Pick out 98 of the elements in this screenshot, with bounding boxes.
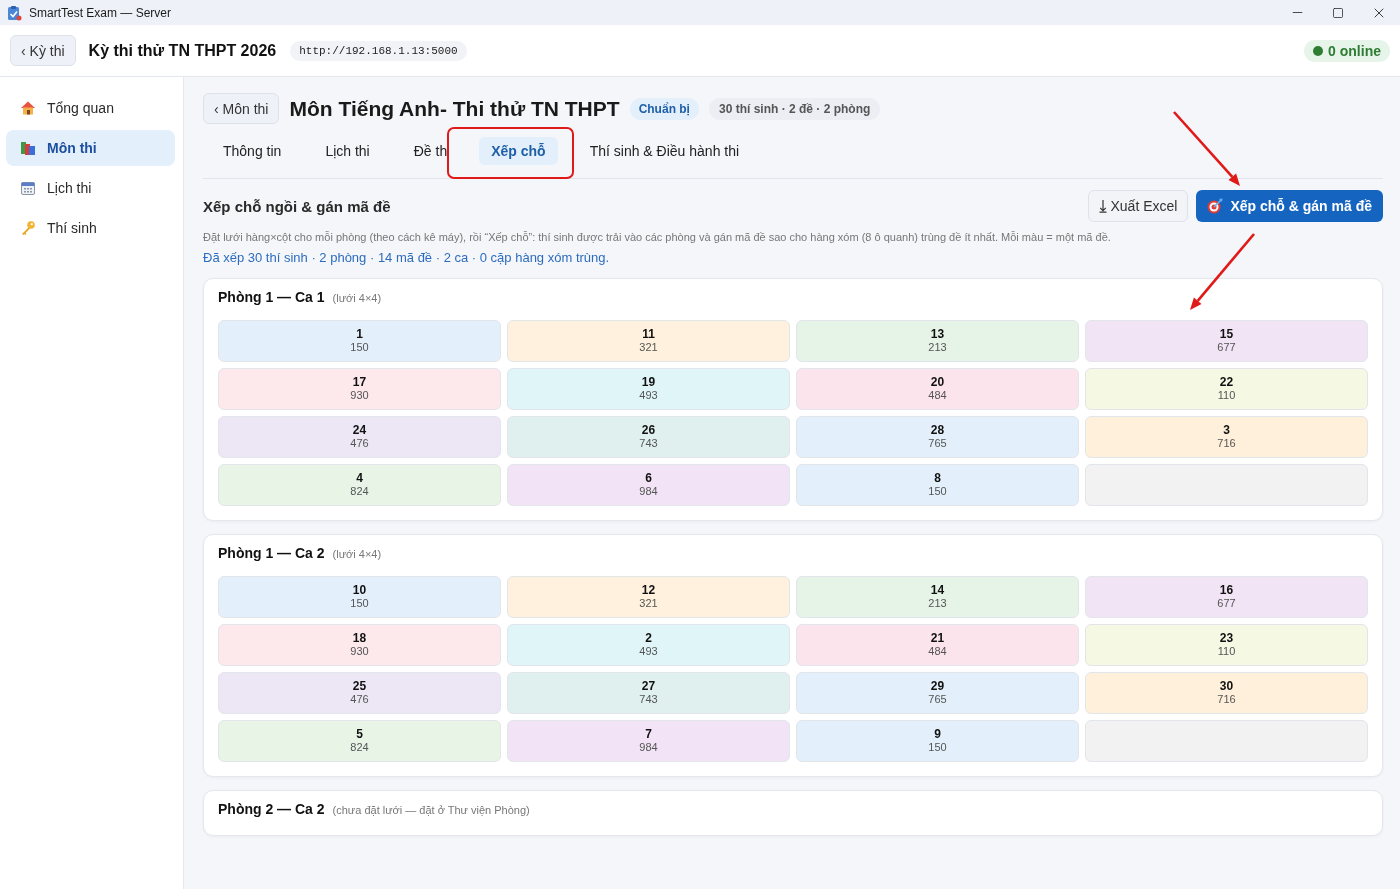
seat-number: 15 [1219, 328, 1234, 341]
seat-number: 5 [356, 728, 363, 741]
exam-code: 765 [928, 437, 947, 450]
room-title: Phòng 2 — Ca 2 [218, 801, 325, 817]
sidebar-item[interactable]: Thí sinh [6, 210, 175, 246]
window-title: SmartTest Exam — Server [29, 5, 172, 20]
seat-number: 16 [1219, 584, 1234, 597]
books-icon [20, 140, 36, 156]
exam-code: 476 [350, 693, 369, 706]
seat-number: 12 [641, 584, 656, 597]
seat-number: 24 [352, 424, 367, 437]
seat-number: 9 [934, 728, 941, 741]
subject-summary: 30 thí sinh · 2 đề · 2 phòng [708, 97, 881, 120]
tab[interactable]: Đề th [401, 137, 460, 165]
maximize-icon[interactable] [1332, 6, 1344, 19]
seat-number: 4 [356, 472, 363, 485]
seat-number: 19 [641, 376, 656, 389]
exam-code: 743 [639, 693, 658, 706]
exam-code: 984 [639, 485, 658, 498]
room-title: Phòng 1 — Ca 1 [218, 289, 325, 305]
arrange-seats-button[interactable]: Xếp chỗ & gán mã đề [1196, 190, 1383, 222]
seat-number: 6 [645, 472, 652, 485]
exam-code: 677 [1217, 341, 1236, 354]
exam-code: 150 [350, 341, 369, 354]
exam-code: 930 [350, 645, 369, 658]
download-icon [1099, 199, 1108, 213]
seat-number: 21 [930, 632, 945, 645]
seat-number: 3 [1223, 424, 1230, 437]
seat-number: 17 [352, 376, 367, 389]
seat-number: 27 [641, 680, 656, 693]
exam-code: 930 [350, 389, 369, 402]
tab[interactable]: Lịch thi [313, 137, 382, 165]
status-tag: Chuẩn bị [629, 97, 699, 120]
exam-code: 493 [639, 645, 658, 658]
online-count: 0 online [1328, 42, 1381, 59]
exam-code: 824 [350, 741, 369, 754]
seat-number: 20 [930, 376, 945, 389]
tab[interactable]: Thông tin [211, 137, 294, 165]
seat-number: 14 [930, 584, 945, 597]
seat-number: 8 [934, 472, 941, 485]
exam-code: 984 [639, 741, 658, 754]
export-excel-button[interactable]: Xuất Excel [1088, 190, 1189, 222]
tab[interactable]: Xếp chỗ [479, 137, 558, 165]
seat-number: 30 [1219, 680, 1234, 693]
seat-number: 1 [356, 328, 363, 341]
exam-code: 677 [1217, 597, 1236, 610]
exam-code: 484 [928, 389, 947, 402]
seat-number: 28 [930, 424, 945, 437]
room-note: (lưới 4×4) [332, 548, 382, 560]
exam-code: 743 [639, 437, 658, 450]
calendar-icon [20, 180, 36, 196]
exam-code: 765 [928, 693, 947, 706]
result-summary: Đã xếp 30 thí sinh · 2 phòng · 14 mã đề · 2 ca · 0 cặp hàng xóm trùng. [203, 250, 611, 266]
seat-number: 25 [352, 680, 367, 693]
seat-number: 10 [352, 584, 367, 597]
seat-number: 26 [641, 424, 656, 437]
exam-code: 110 [1217, 389, 1236, 402]
server-url: http://192.168.1.13:5000 [290, 40, 467, 61]
seat-number: 11 [642, 328, 655, 341]
seat-number: 2 [645, 632, 652, 645]
room-title: Phòng 1 — Ca 2 [218, 545, 325, 561]
exam-code: 150 [928, 485, 947, 498]
description-text: Đặt lưới hàng×cột cho mỗi phòng (theo cách kê máy), rồi “Xếp chỗ”: thí sinh được trải vào các phòng và gán mã đề sao cho hàng xóm (8 ô quanh) trùng đề ít nhất. Mỗi màu = một mã đề. [203, 230, 1112, 244]
exam-code: 150 [350, 597, 369, 610]
exam-code: 716 [1217, 693, 1236, 706]
exam-code: 716 [1217, 437, 1236, 450]
seat-number: 18 [352, 632, 367, 645]
key-icon [20, 220, 36, 236]
exam-code: 110 [1217, 645, 1236, 658]
exam-code: 484 [928, 645, 947, 658]
exam-code: 321 [639, 341, 658, 354]
seat-number: 7 [645, 728, 652, 741]
tab[interactable]: Thí sinh & Điều hành thi [577, 137, 752, 165]
exam-code: 493 [639, 389, 658, 402]
sidebar-item[interactable]: Tổng quan [6, 90, 175, 126]
exam-code: 476 [350, 437, 369, 450]
room-note: (chưa đặt lưới — đặt ở Thư viện Phòng) [332, 804, 530, 816]
back-button[interactable]: ‹ Kỳ thi [10, 35, 76, 66]
back-button[interactable]: ‹ Môn thi [203, 93, 280, 124]
subject-title: Môn Tiếng Anh- Thi thử TN THPT [289, 96, 620, 121]
seat-number: 29 [930, 680, 945, 693]
exam-code: 824 [350, 485, 369, 498]
exam-code: 213 [928, 597, 947, 610]
house-icon [20, 100, 36, 116]
target-icon [1207, 198, 1224, 214]
room-note: (lưới 4×4) [332, 292, 382, 304]
seat-number: 22 [1219, 376, 1234, 389]
exam-code: 213 [928, 341, 947, 354]
sidebar-item[interactable]: Lịch thi [6, 170, 175, 206]
status-dot-icon [1313, 45, 1324, 56]
exam-code: 150 [928, 741, 947, 754]
app-logo-icon [6, 4, 22, 21]
sidebar-item[interactable]: Môn thi [6, 130, 175, 166]
exam-code: 321 [639, 597, 658, 610]
exam-title: Kỳ thi thử TN THPT 2026 [88, 41, 277, 60]
seat-number: 23 [1219, 632, 1234, 645]
seat-number: 13 [930, 328, 945, 341]
section-title: Xếp chỗ ngồi & gán mã đề [203, 197, 391, 215]
